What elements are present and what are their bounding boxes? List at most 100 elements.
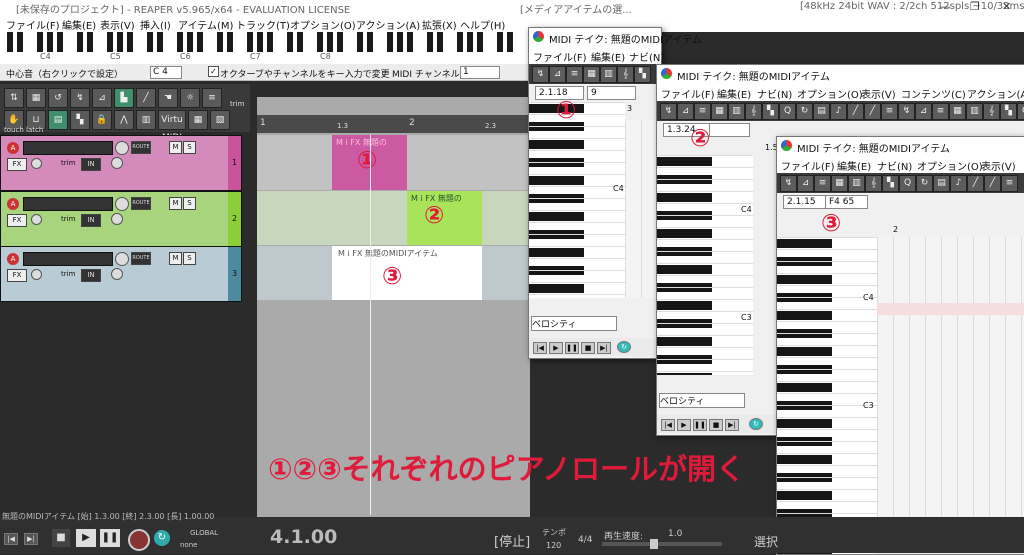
volume-knob[interactable] (115, 252, 129, 266)
menu-edit[interactable]: 編集(E) (837, 158, 871, 173)
black-key[interactable] (47, 32, 53, 52)
black-key[interactable] (777, 455, 832, 464)
stop-icon[interactable]: ■ (581, 342, 595, 354)
minimize-icon[interactable]: — (940, 0, 951, 13)
black-key[interactable] (529, 212, 584, 221)
pause-icon[interactable]: ❚❚ (565, 342, 579, 354)
virtual-midi-button[interactable]: Virtu MIDI (158, 110, 186, 143)
track-name-field[interactable] (23, 252, 113, 266)
skip-start-icon[interactable]: |◀ (661, 419, 675, 431)
track-panel-3[interactable]: 3 A ROUTE M S FX trim IN (0, 246, 242, 302)
menu-navi[interactable]: ナビ(N) (757, 86, 792, 101)
menu-navi[interactable]: ナビ(N) (629, 49, 664, 64)
black-key[interactable] (657, 301, 712, 310)
mute-button[interactable]: M (169, 141, 182, 154)
stop-icon[interactable]: ■ (52, 529, 70, 547)
midi-tool-icon[interactable]: ╱ (967, 175, 984, 192)
fx-button[interactable]: FX (7, 269, 27, 282)
play-icon[interactable]: ▶ (549, 342, 563, 354)
black-key[interactable] (657, 373, 712, 375)
menu-options[interactable]: オプション(O) (797, 86, 863, 101)
phase-icon[interactable] (31, 158, 42, 169)
menu-edit[interactable]: 編集(E) (62, 17, 96, 32)
tool-icon[interactable]: ▧ (210, 110, 230, 130)
black-key[interactable] (529, 140, 584, 149)
black-key[interactable] (267, 32, 273, 52)
midi-tool-icon[interactable]: ▚ (634, 66, 651, 83)
tool-icon[interactable]: ≡ (202, 88, 222, 108)
record-arm-button[interactable]: A (7, 198, 19, 210)
black-key[interactable] (37, 32, 43, 52)
black-key[interactable] (777, 239, 832, 248)
automation-mode[interactable]: none (180, 541, 197, 549)
black-key[interactable] (457, 32, 463, 52)
midi-tool-icon[interactable]: ⊿ (797, 175, 814, 192)
tool-icon[interactable]: ▥ (136, 110, 156, 130)
mute-button[interactable]: M (169, 252, 182, 265)
track-lane-2[interactable] (257, 191, 530, 245)
value-field[interactable]: 9 (587, 86, 636, 100)
phase-icon[interactable] (31, 269, 42, 280)
midi-tool-icon[interactable]: ▚ (762, 103, 779, 120)
menu-extensions[interactable]: 拡張(X) (422, 17, 457, 32)
midi-tool-icon[interactable]: ▥ (848, 175, 865, 192)
volume-knob[interactable] (115, 197, 129, 211)
black-key[interactable] (777, 347, 832, 356)
track-name-field[interactable] (23, 141, 113, 155)
loop-icon[interactable]: ↻ (617, 341, 631, 353)
solo-button[interactable]: S (183, 141, 196, 154)
midi-tool-icon[interactable]: 𝄞 (983, 103, 1000, 120)
black-key[interactable] (287, 32, 293, 52)
black-key[interactable] (257, 32, 263, 52)
midi-tool-icon[interactable]: ↻ (916, 175, 933, 192)
octave-checkbox[interactable]: ✓ (208, 66, 219, 77)
record-arm-button[interactable]: A (7, 253, 19, 265)
pan-knob[interactable] (111, 213, 123, 225)
menu-view[interactable]: 表示(V) (861, 86, 896, 101)
black-key[interactable] (57, 32, 63, 52)
midi-tool-icon[interactable]: ↯ (532, 66, 549, 83)
timeline-ruler[interactable]: 1 1.3 2 2.3 (257, 115, 530, 133)
midi-tool-icon[interactable]: ♪ (950, 175, 967, 192)
midi-tool-icon[interactable]: ↻ (796, 103, 813, 120)
rate-value[interactable]: 1.0 (668, 529, 682, 539)
loop-icon[interactable]: ↻ (749, 418, 763, 430)
route-button[interactable]: ROUTE (131, 197, 151, 210)
midi-tool-icon[interactable]: ▦ (831, 175, 848, 192)
play-icon[interactable]: ▶ (76, 529, 96, 547)
menu-options[interactable]: オプション(O) (290, 17, 356, 32)
midi-tool-icon[interactable]: Q (1017, 103, 1024, 120)
menu-actions[interactable]: アクション(A) (967, 86, 1024, 101)
black-key[interactable] (247, 32, 253, 52)
midi-tool-icon[interactable]: ▤ (813, 103, 830, 120)
black-key[interactable] (197, 32, 203, 52)
black-key[interactable] (657, 157, 712, 166)
repeat-icon[interactable]: ↻ (154, 530, 170, 546)
menu-actions[interactable]: アクション(A) (356, 17, 420, 32)
value-field[interactable]: F4 65 (825, 195, 868, 209)
midi-tool-icon[interactable]: ▦ (711, 103, 728, 120)
black-key[interactable] (397, 32, 403, 52)
black-key[interactable] (297, 32, 303, 52)
midi-tool-icon[interactable]: ▤ (933, 175, 950, 192)
menu-file[interactable]: ファイル(F) (781, 158, 835, 173)
menu-file[interactable]: ファイル(F) (533, 49, 587, 64)
rate-slider-handle[interactable] (650, 539, 658, 549)
track-name-field[interactable] (23, 197, 113, 211)
menu-options[interactable]: オプション(O) (917, 158, 983, 173)
midi-tool-icon[interactable]: ╱ (847, 103, 864, 120)
route-button[interactable]: ROUTE (131, 252, 151, 265)
midi-tool-icon[interactable]: ≡ (932, 103, 949, 120)
hand-icon[interactable]: ☚ (158, 88, 178, 108)
piano-keys[interactable] (529, 102, 625, 298)
black-key[interactable] (117, 32, 123, 52)
route-button[interactable]: ROUTE (131, 141, 151, 154)
black-key[interactable] (777, 383, 832, 392)
input-button[interactable]: IN (81, 269, 101, 282)
black-key[interactable] (777, 311, 832, 320)
maximize-icon[interactable]: ❐ (970, 0, 980, 13)
menu-help[interactable]: ヘルプ(H) (460, 17, 505, 32)
solo-button[interactable]: S (183, 252, 196, 265)
black-key[interactable] (529, 248, 584, 257)
rate-slider[interactable] (602, 542, 722, 546)
